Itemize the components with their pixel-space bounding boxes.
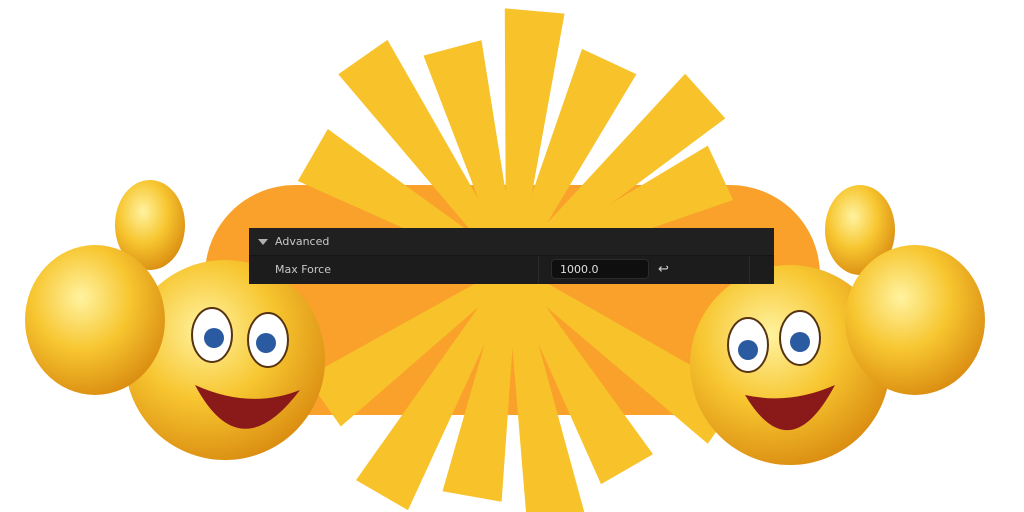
details-panel: Advanced Max Force 1000.0 ↩ [249, 228, 774, 284]
property-label: Max Force [275, 263, 331, 276]
max-force-input[interactable]: 1000.0 [551, 259, 649, 279]
column-splitter[interactable] [538, 256, 539, 284]
section-header-advanced[interactable]: Advanced [249, 228, 774, 256]
column-divider [749, 256, 750, 284]
property-row-max-force: Max Force 1000.0 ↩ [249, 256, 774, 284]
reset-arrow-icon[interactable]: ↩ [658, 262, 669, 277]
section-title: Advanced [275, 235, 330, 248]
expand-triangle-icon[interactable] [258, 239, 268, 245]
